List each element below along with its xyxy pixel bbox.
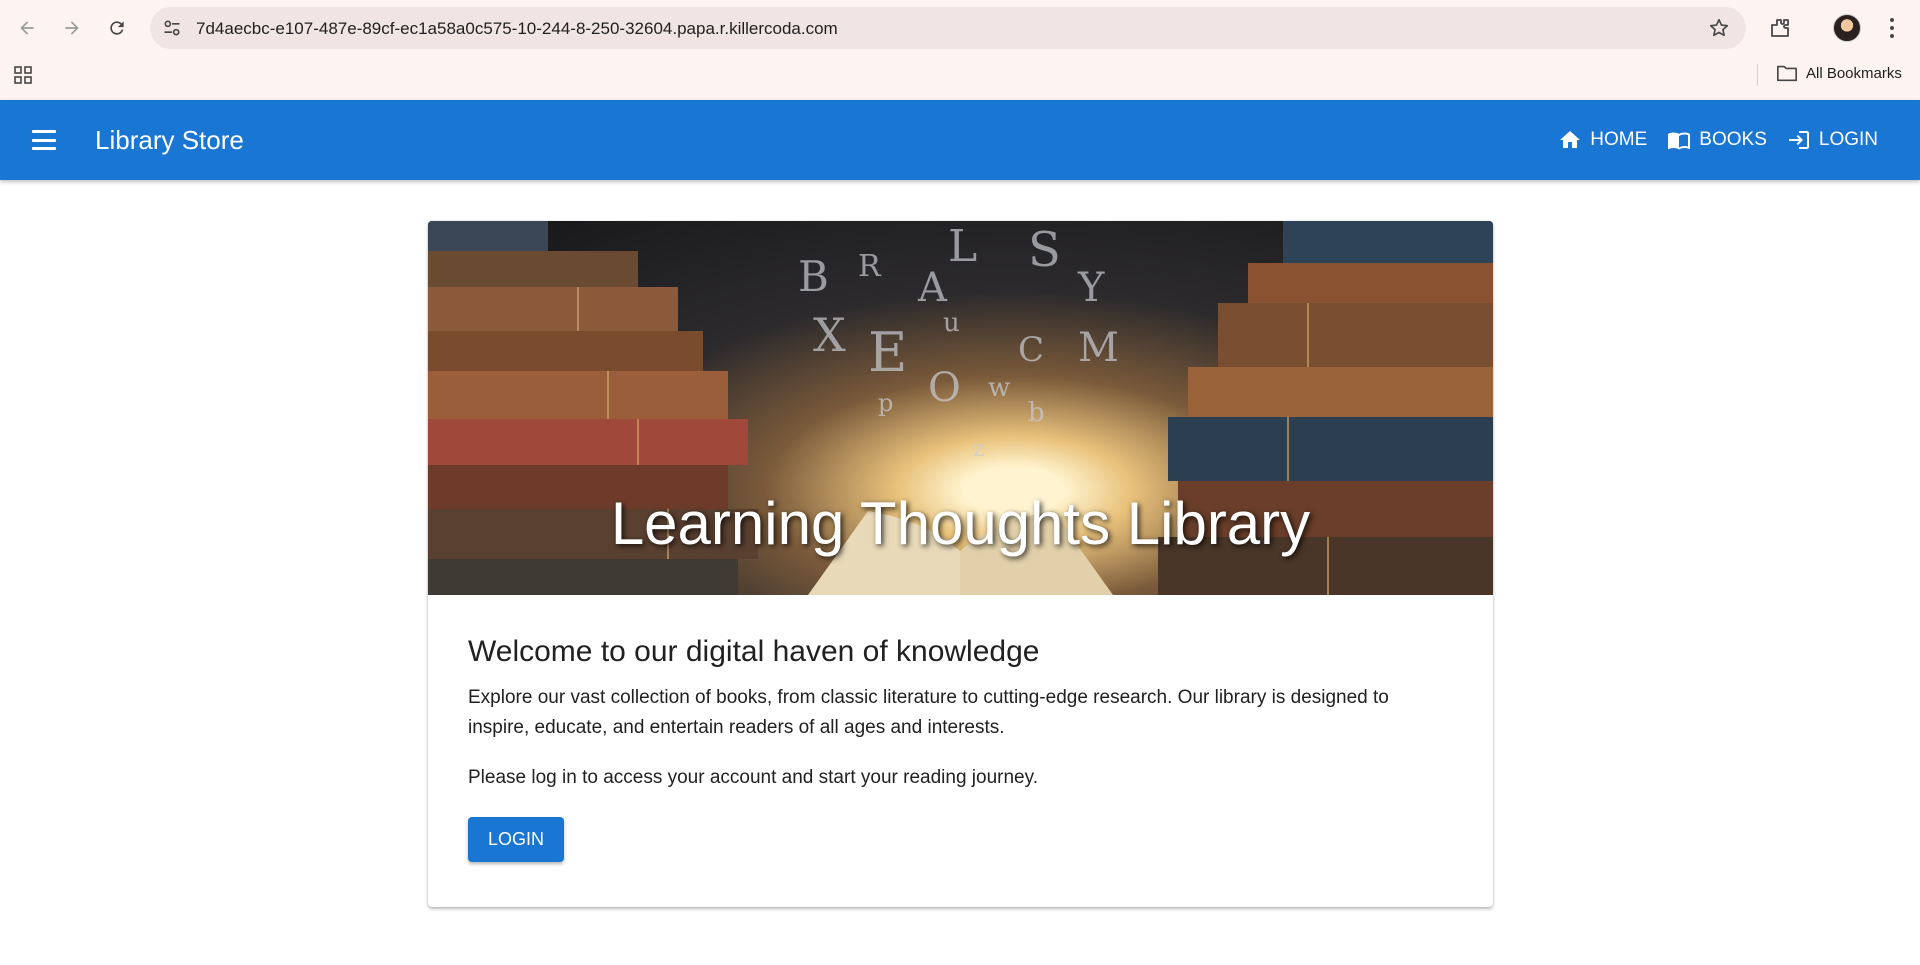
home-icon — [1560, 131, 1581, 148]
nav-login-button[interactable]: LOGIN — [1785, 120, 1880, 160]
bookmarks-divider — [1757, 64, 1758, 86]
welcome-card: BR AL SY XE u C M O wb p z Learning Thought… — [428, 221, 1493, 907]
svg-text:w: w — [988, 373, 1010, 403]
login-prompt-paragraph: Please log in to access your account and… — [468, 767, 1038, 788]
svg-text:b: b — [1028, 398, 1045, 428]
svg-text:Y: Y — [1077, 265, 1105, 311]
nav-books-button[interactable]: BOOKS — [1665, 120, 1769, 160]
reload-button[interactable] — [101, 12, 133, 44]
forward-button[interactable] — [56, 12, 88, 44]
svg-text:S: S — [1028, 222, 1061, 278]
hero-title: Learning Thoughts Library — [610, 490, 1311, 557]
forward-arrow-icon — [65, 21, 79, 35]
book-icon — [1668, 132, 1691, 150]
login-button[interactable]: LOGIN — [468, 817, 564, 862]
svg-text:E: E — [868, 321, 907, 384]
back-arrow-icon — [20, 21, 34, 35]
svg-text:u: u — [943, 308, 960, 338]
extensions-icon[interactable] — [1768, 16, 1792, 40]
svg-text:R: R — [858, 249, 882, 284]
app-title: Library Store — [95, 125, 244, 155]
svg-text:B: B — [798, 252, 829, 301]
welcome-heading: Welcome to our digital haven of knowledg… — [468, 635, 1040, 668]
svg-text:p: p — [878, 389, 893, 417]
all-bookmarks-button[interactable]: All Bookmarks — [1776, 63, 1902, 83]
site-settings-icon[interactable] — [162, 18, 182, 38]
svg-text:L: L — [948, 221, 977, 272]
nav-books-label: BOOKS — [1699, 129, 1767, 150]
svg-text:M: M — [1078, 325, 1119, 371]
bookmark-star-icon[interactable] — [1708, 17, 1730, 39]
svg-text:O: O — [928, 365, 961, 411]
card-content: Welcome to our digital haven of knowledg… — [428, 595, 1493, 862]
nav-login-label: LOGIN — [1818, 129, 1878, 150]
menu-icon[interactable] — [30, 127, 58, 153]
nav-links: HOME BOOKS LOGIN — [1556, 100, 1880, 180]
apps-grid-icon[interactable] — [13, 65, 33, 85]
url-text[interactable]: 7d4aecbc-e107-487e-89cf-ec1a58a0c575-10-… — [196, 19, 838, 39]
kebab-menu-icon[interactable] — [1884, 16, 1900, 40]
browser-toolbar: 7d4aecbc-e107-487e-89cf-ec1a58a0c575-10-… — [0, 0, 1920, 100]
svg-text:A: A — [917, 265, 948, 311]
back-button[interactable] — [11, 12, 43, 44]
app-bar: Library Store HOME BOOKS LOGIN — [0, 100, 1920, 180]
nav-home-label: HOME — [1590, 129, 1648, 150]
nav-home-button[interactable]: HOME — [1556, 120, 1649, 160]
hero-image: BR AL SY XE u C M O wb p z Learning Thought… — [428, 221, 1493, 595]
login-icon — [1788, 131, 1809, 149]
address-bar[interactable]: 7d4aecbc-e107-487e-89cf-ec1a58a0c575-10-… — [150, 7, 1746, 49]
profile-avatar[interactable] — [1833, 14, 1861, 42]
folder-icon — [1777, 65, 1797, 82]
svg-text:X: X — [813, 308, 846, 362]
all-bookmarks-label: All Bookmarks — [1806, 64, 1902, 82]
svg-text:z: z — [973, 437, 985, 462]
svg-text:C: C — [1018, 330, 1044, 370]
reload-icon — [110, 21, 124, 35]
intro-paragraph: Explore our vast collection of books, fr… — [468, 687, 1389, 738]
